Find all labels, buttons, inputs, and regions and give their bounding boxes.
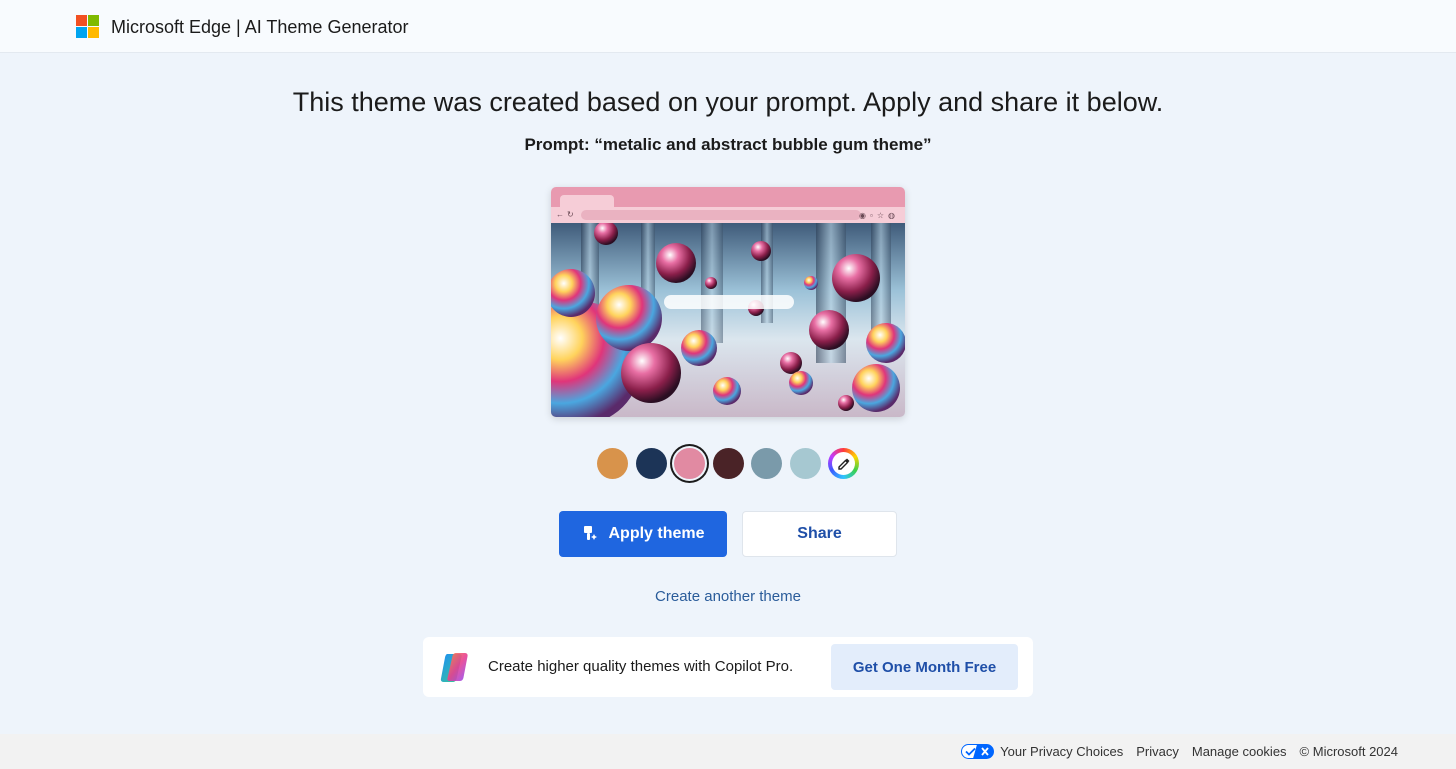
color-swatches <box>597 448 867 479</box>
copyright-text: © Microsoft 2024 <box>1299 744 1398 759</box>
eyedropper-icon <box>832 452 855 475</box>
theme-preview: ←↻ ◉▫☆◍ <box>551 187 905 417</box>
swatch-orange[interactable] <box>597 448 628 479</box>
swatch-slate[interactable] <box>751 448 782 479</box>
preview-address-bar <box>581 210 861 220</box>
apply-theme-label: Apply theme <box>608 525 705 542</box>
page-footer: Your Privacy Choices Privacy Manage cook… <box>0 734 1456 769</box>
microsoft-logo-icon[interactable] <box>76 15 99 38</box>
get-one-month-free-label: Get One Month Free <box>852 658 997 676</box>
preview-search-box <box>664 295 794 309</box>
prompt-text: Prompt: “metalic and abstract bubble gum… <box>524 135 932 154</box>
swatch-pink[interactable] <box>674 448 705 479</box>
preview-nav-icons: ←↻ <box>556 210 577 219</box>
privacy-choices-link[interactable]: Your Privacy Choices <box>1000 744 1123 759</box>
copilot-promo-card: Create higher quality themes with Copilo… <box>423 637 1033 697</box>
swatch-navy[interactable] <box>635 448 667 479</box>
custom-color-picker[interactable] <box>828 448 859 479</box>
share-label: Share <box>797 525 842 542</box>
swatch-light-blue[interactable] <box>789 448 821 479</box>
page-title: This theme was created based on your pro… <box>292 87 1164 117</box>
app-title[interactable]: Microsoft Edge | AI Theme Generator <box>111 17 408 38</box>
copilot-promo-text: Create higher quality themes with Copilo… <box>488 658 794 675</box>
manage-cookies-link[interactable]: Manage cookies <box>1192 744 1287 759</box>
swatch-maroon[interactable] <box>712 448 744 479</box>
preview-toolbar-icons: ◉▫☆◍ <box>859 211 899 220</box>
apply-theme-button[interactable]: Apply theme <box>559 511 727 557</box>
privacy-choices-icon[interactable] <box>961 744 995 759</box>
create-another-theme-link[interactable]: Create another theme <box>0 588 1456 605</box>
paint-brush-sparkle-icon <box>581 525 599 543</box>
app-header: Microsoft Edge | AI Theme Generator <box>0 0 1456 53</box>
theme-background-image <box>551 223 905 417</box>
share-button[interactable]: Share <box>742 511 897 557</box>
get-one-month-free-button[interactable]: Get One Month Free <box>831 644 1018 690</box>
bubbles-artwork <box>551 223 905 417</box>
copilot-icon <box>438 650 473 685</box>
privacy-link[interactable]: Privacy <box>1136 744 1179 759</box>
create-another-label[interactable]: Create another theme <box>655 588 801 605</box>
